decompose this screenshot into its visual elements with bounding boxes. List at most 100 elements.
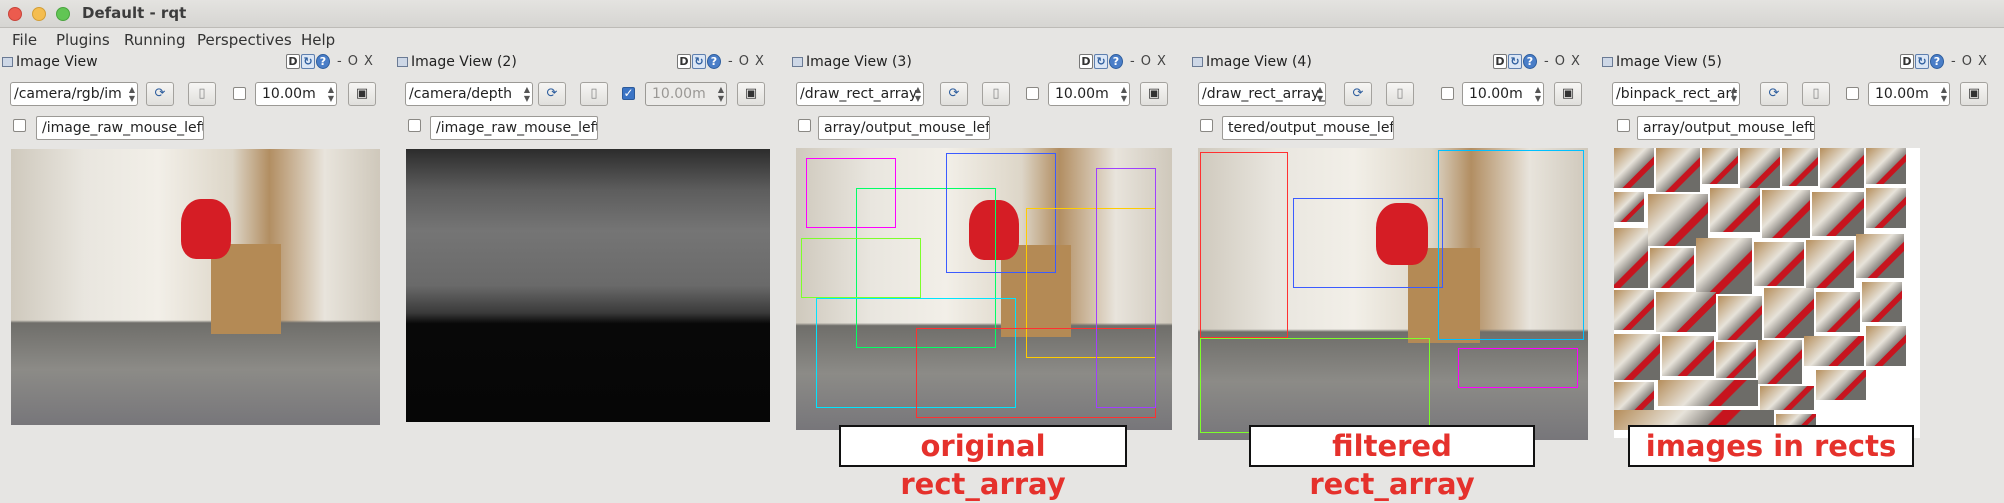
dock-d-button[interactable]: D bbox=[677, 54, 691, 69]
rect-outline bbox=[1096, 168, 1156, 408]
menu-help[interactable]: Help bbox=[301, 31, 335, 49]
mouse-publish-checkbox[interactable] bbox=[408, 119, 421, 132]
caption-filtered-rect-array: filtered rect_array bbox=[1249, 425, 1535, 501]
binpack-thumbnail bbox=[1702, 148, 1738, 184]
refresh-topics-button[interactable]: ⟳ bbox=[1344, 82, 1372, 106]
reload-icon[interactable]: ↻ bbox=[301, 54, 315, 69]
dock-d-button[interactable]: D bbox=[1493, 54, 1507, 69]
caption-original-rect-array: original rect_array bbox=[839, 425, 1127, 501]
reload-icon[interactable]: ↻ bbox=[692, 54, 706, 69]
mouse-publish-checkbox[interactable] bbox=[1617, 119, 1630, 132]
refresh-topics-button[interactable]: ⟳ bbox=[146, 82, 174, 106]
save-image-button[interactable]: ▣ bbox=[737, 82, 765, 106]
maximize-window-button[interactable] bbox=[56, 7, 70, 21]
menu-running[interactable]: Running bbox=[124, 31, 185, 49]
close-panel-button[interactable]: X bbox=[755, 54, 764, 69]
topic-combo[interactable]: /draw_rect_array_f ▲ ▼ bbox=[1198, 82, 1326, 106]
pause-button[interactable]: ▯ bbox=[1802, 82, 1830, 106]
rect-outline bbox=[1458, 348, 1578, 388]
panel-header: Image View D ↻? - O X bbox=[0, 52, 395, 74]
topic-combo[interactable]: /camera/rgb/im ▲ ▼ bbox=[10, 82, 138, 106]
binpack-thumbnail bbox=[1614, 334, 1660, 380]
topic-combo[interactable]: /camera/depth ▲ ▼ bbox=[405, 82, 533, 106]
refresh-topics-button[interactable]: ⟳ bbox=[940, 82, 968, 106]
topic-value: /draw_rect_array bbox=[800, 86, 918, 102]
save-image-button[interactable]: ▣ bbox=[1554, 82, 1582, 106]
mouse-publish-checkbox[interactable] bbox=[1200, 119, 1213, 132]
rate-spinbox[interactable]: 10.00m ▲ ▼ bbox=[255, 82, 337, 106]
spin-arrows-icon: ▲ ▼ bbox=[1120, 85, 1127, 103]
minimize-panel-button[interactable]: - bbox=[728, 54, 733, 69]
pause-button[interactable]: ▯ bbox=[188, 82, 216, 106]
minimize-panel-button[interactable]: - bbox=[1130, 54, 1135, 69]
mouse-topic-input[interactable]: /image_raw_mouse_left bbox=[36, 116, 204, 140]
save-image-button[interactable]: ▣ bbox=[348, 82, 376, 106]
close-window-button[interactable] bbox=[8, 7, 22, 21]
mouse-topic-input[interactable]: /image_raw_mouse_left bbox=[430, 116, 598, 140]
float-panel-button[interactable]: O bbox=[348, 54, 358, 69]
sync-checkbox[interactable] bbox=[233, 87, 246, 100]
binpack-thumbnail bbox=[1816, 292, 1860, 332]
reload-icon[interactable]: ↻ bbox=[1508, 54, 1522, 69]
help-icon[interactable]: ? bbox=[1930, 54, 1944, 69]
image-view-panel-2: Image View (2) D ↻? - O X /camera/depth ▲ ▼ ⟳ … bbox=[395, 52, 790, 442]
rate-spinbox: 10.00m ▲ ▼ bbox=[645, 82, 727, 106]
mouse-publish-checkbox[interactable] bbox=[798, 119, 811, 132]
reload-icon[interactable]: ↻ bbox=[1915, 54, 1929, 69]
dock-d-button[interactable]: D bbox=[1079, 54, 1093, 69]
save-image-button[interactable]: ▣ bbox=[1960, 82, 1988, 106]
sync-checkbox[interactable] bbox=[1846, 87, 1859, 100]
minimize-panel-button[interactable]: - bbox=[1951, 54, 1956, 69]
close-panel-button[interactable]: X bbox=[364, 54, 373, 69]
image-view-panel-1: Image View D ↻? - O X /camera/rgb/im ▲ ▼ ⟳ ▯ 1… bbox=[0, 52, 395, 442]
reload-icon[interactable]: ↻ bbox=[1094, 54, 1108, 69]
dock-d-button[interactable]: D bbox=[1900, 54, 1914, 69]
mouse-topic-input[interactable]: array/output_mouse_left bbox=[1637, 116, 1815, 140]
help-icon[interactable]: ? bbox=[316, 54, 330, 69]
sync-checkbox[interactable]: ✓ bbox=[622, 87, 635, 100]
close-panel-button[interactable]: X bbox=[1978, 54, 1987, 69]
refresh-topics-button[interactable]: ⟳ bbox=[1760, 82, 1788, 106]
binpack-thumbnail bbox=[1812, 192, 1864, 236]
minimize-panel-button[interactable]: - bbox=[1544, 54, 1549, 69]
panel-header: Image View (5) D ↻? - O X bbox=[1600, 52, 2004, 74]
panel-header: Image View (2) D ↻? - O X bbox=[395, 52, 790, 74]
topic-combo[interactable]: /binpack_rect_arr ▲ ▼ bbox=[1612, 82, 1740, 106]
mouse-publish-checkbox[interactable] bbox=[13, 119, 26, 132]
float-panel-button[interactable]: O bbox=[1141, 54, 1151, 69]
menu-plugins[interactable]: Plugins bbox=[56, 31, 110, 49]
binpack-thumbnail bbox=[1696, 238, 1752, 294]
pause-button[interactable]: ▯ bbox=[1386, 82, 1414, 106]
binpack-thumbnail bbox=[1866, 188, 1906, 228]
panel-title: Image View (3) bbox=[806, 54, 912, 70]
refresh-topics-button[interactable]: ⟳ bbox=[538, 82, 566, 106]
topic-combo[interactable]: /draw_rect_array ▲ ▼ bbox=[796, 82, 924, 106]
help-icon[interactable]: ? bbox=[707, 54, 721, 69]
float-panel-button[interactable]: O bbox=[1962, 54, 1972, 69]
mouse-topic-input[interactable]: array/output_mouse_left bbox=[818, 116, 990, 140]
dock-d-button[interactable]: D bbox=[286, 54, 300, 69]
mouse-topic-input[interactable]: tered/output_mouse_left bbox=[1222, 116, 1394, 140]
float-panel-button[interactable]: O bbox=[1555, 54, 1565, 69]
close-panel-button[interactable]: X bbox=[1157, 54, 1166, 69]
rate-spinbox[interactable]: 10.00m ▲ ▼ bbox=[1048, 82, 1130, 106]
sync-checkbox[interactable] bbox=[1441, 87, 1454, 100]
pause-button[interactable]: ▯ bbox=[982, 82, 1010, 106]
help-icon[interactable]: ? bbox=[1109, 54, 1123, 69]
sync-checkbox[interactable] bbox=[1026, 87, 1039, 100]
topic-value: /binpack_rect_arr bbox=[1616, 86, 1737, 102]
close-panel-button[interactable]: X bbox=[1571, 54, 1580, 69]
chair-shape bbox=[181, 199, 231, 259]
save-image-button[interactable]: ▣ bbox=[1140, 82, 1168, 106]
menu-file[interactable]: File bbox=[12, 31, 37, 49]
pause-button[interactable]: ▯ bbox=[580, 82, 608, 106]
minimize-window-button[interactable] bbox=[32, 7, 46, 21]
help-icon[interactable]: ? bbox=[1523, 54, 1537, 69]
topic-value: /camera/depth bbox=[409, 86, 513, 102]
panel-title: Image View (4) bbox=[1206, 54, 1312, 70]
menu-perspectives[interactable]: Perspectives bbox=[197, 31, 292, 49]
rate-spinbox[interactable]: 10.00m ▲ ▼ bbox=[1868, 82, 1950, 106]
minimize-panel-button[interactable]: - bbox=[337, 54, 342, 69]
float-panel-button[interactable]: O bbox=[739, 54, 749, 69]
rate-spinbox[interactable]: 10.00m ▲ ▼ bbox=[1462, 82, 1544, 106]
